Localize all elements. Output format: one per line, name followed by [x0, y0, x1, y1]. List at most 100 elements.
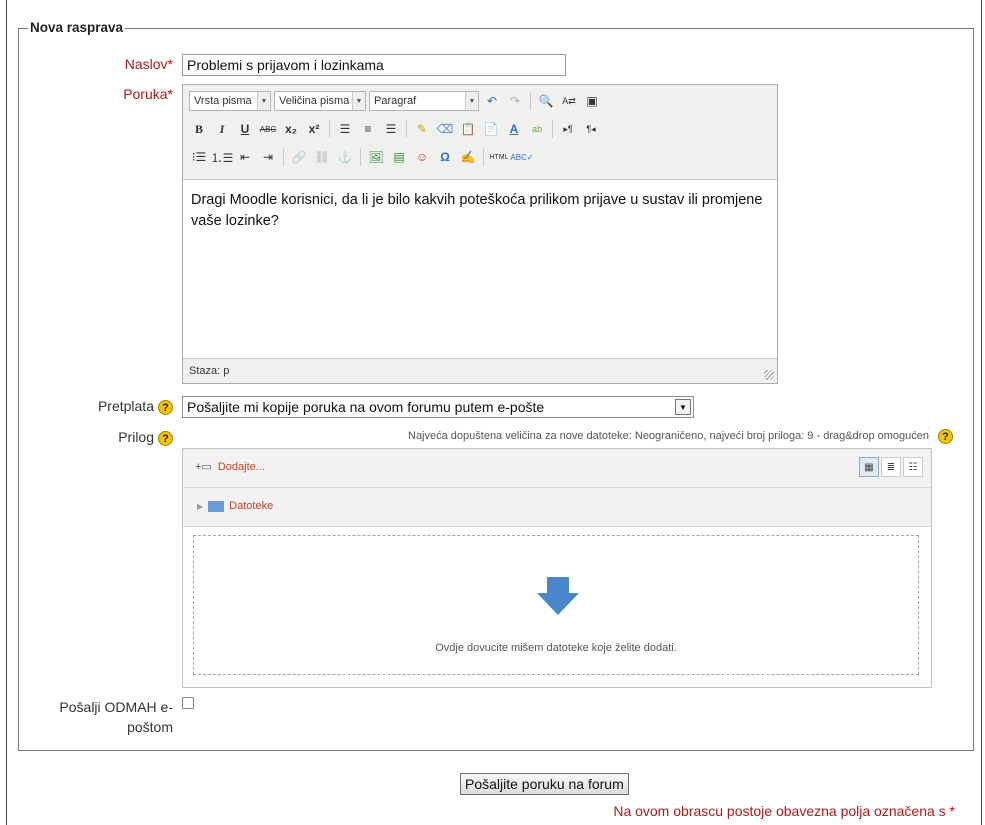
indent-icon[interactable]: ⇥ [258, 147, 278, 167]
add-file-label: Dodajte... [217, 460, 265, 473]
add-file-button[interactable]: +▭ Dodajte... [195, 460, 265, 474]
help-icon[interactable]: ? [938, 429, 953, 444]
html-source-icon[interactable]: HTML [489, 147, 509, 167]
help-icon[interactable]: ? [158, 399, 173, 415]
align-right-icon[interactable]: ☰ [381, 119, 401, 139]
text-color-icon[interactable]: A [504, 119, 524, 139]
drop-message: Ovdje dovucite mišem datoteke koje želit… [435, 642, 677, 654]
file-picker: +▭ Dodajte... ▦ ≣ ☷ ▶ Datoteke Ovdje dov… [182, 448, 932, 688]
message-editor: Vrsta pisma ▼ Veličina pisma ▼ Paragraf ▼ ↶… [182, 84, 778, 384]
ltr-icon[interactable]: ▸¶ [558, 119, 578, 139]
format-value: Paragraf [374, 95, 417, 107]
subject-label-text: Naslov [124, 56, 168, 72]
add-file-icon: +▭ [195, 461, 212, 473]
spellcheck-icon[interactable]: ABC✓ [510, 147, 533, 167]
numbered-list-icon[interactable]: ⒈☰ [211, 147, 234, 167]
eraser-icon[interactable]: ⌫ [435, 119, 455, 139]
folder-breadcrumb[interactable]: ▶ Datoteke [197, 500, 273, 512]
required-star: * [167, 56, 173, 72]
bold-icon[interactable]: B [189, 119, 209, 139]
subscription-value: Pošaljite mi kopije poruka na ovom forum… [187, 399, 545, 415]
subscription-label: Pretplata? [50, 398, 173, 415]
expand-arrow-icon: ▶ [197, 501, 204, 511]
paste-text-icon[interactable]: 📋 [458, 119, 478, 139]
file-picker-toolbar: +▭ Dodajte... ▦ ≣ ☷ [183, 449, 931, 488]
unlink-icon[interactable]: ⛓ [312, 147, 332, 167]
file-picker-path: ▶ Datoteke [183, 488, 931, 527]
max-size-note-text: Najveća dopuštena veličina za nove datot… [408, 430, 929, 442]
help-icon[interactable]: ? [158, 430, 173, 446]
file-drop-zone[interactable]: Ovdje dovucite mišem datoteke koje želit… [193, 535, 919, 675]
mail-now-label: Pošalji ODMAH e- poštom [10, 697, 173, 737]
image-icon[interactable]: 🖼 [366, 147, 386, 167]
font-size-select[interactable]: Veličina pisma ▼ [274, 91, 366, 111]
font-size-value: Veličina pisma [279, 95, 350, 107]
toolbar-row-3: ⁝☰ ⒈☰ ⇤ ⇥ 🔗 ⛓ ⚓ 🖼 ▤ ☺ Ω ✍ HTML ABC✓ [189, 145, 534, 169]
outdent-icon[interactable]: ⇤ [235, 147, 255, 167]
drop-arrow-icon [537, 577, 579, 615]
font-family-value: Vrsta pisma [194, 95, 252, 107]
chevron-down-icon: ▼ [675, 399, 691, 415]
icons-view-icon[interactable]: ▦ [859, 457, 879, 477]
undo-icon[interactable]: ↶ [482, 91, 502, 111]
subscription-select[interactable]: Pošaljite mi kopije poruka na ovom forum… [182, 396, 694, 418]
attachment-label: Prilog? [50, 429, 173, 446]
max-size-note: Najveća dopuštena veličina za nove datot… [408, 430, 929, 442]
toolbar-divider [329, 120, 330, 138]
media-icon[interactable]: ▤ [389, 147, 409, 167]
anchor-icon[interactable]: ⚓ [335, 147, 355, 167]
message-body-editor[interactable]: Dragi Moodle korisnici, da li je bilo ka… [183, 179, 777, 359]
toolbar-row-2: B I U ABC x₂ x² ☰ ≡ ☰ ✎ ⌫ 📋 📄 A ab ▸¶ ¶◂ [189, 117, 601, 141]
special-char-icon[interactable]: Ω [435, 147, 455, 167]
submit-post-button[interactable]: Pošaljite poruku na forum [460, 773, 629, 795]
redo-icon[interactable]: ↷ [505, 91, 525, 111]
highlight-color-icon[interactable]: ab [527, 119, 547, 139]
folder-label: Datoteke [229, 500, 274, 512]
subject-input[interactable] [182, 54, 566, 76]
find-icon[interactable]: 🔍 [536, 91, 556, 111]
underline-icon[interactable]: U [235, 119, 255, 139]
link-icon[interactable]: 🔗 [289, 147, 309, 167]
bullet-list-icon[interactable]: ⁝☰ [189, 147, 209, 167]
editor-path: Staza: p [189, 365, 230, 377]
resize-grip-icon[interactable] [764, 370, 774, 380]
paste-word-icon[interactable]: 📄 [481, 119, 501, 139]
chevron-down-icon: ▼ [465, 92, 478, 110]
toolbar-divider [552, 120, 553, 138]
strikethrough-icon[interactable]: ABC [258, 119, 278, 139]
fullscreen-icon[interactable]: ▣ [582, 91, 602, 111]
subscript-icon[interactable]: x₂ [281, 119, 301, 139]
subscription-label-text: Pretplata [97, 398, 154, 414]
rtl-icon[interactable]: ¶◂ [581, 119, 601, 139]
replace-icon[interactable]: A⇄ [559, 91, 579, 111]
mail-now-label-line2: poštom [127, 719, 173, 735]
chevron-down-icon: ▼ [352, 92, 365, 110]
tree-view-icon[interactable]: ☷ [903, 457, 923, 477]
align-center-icon[interactable]: ≡ [358, 119, 378, 139]
required-note-text: Na ovom obrascu postoje obavezna polja o… [613, 803, 946, 819]
required-star: * [949, 803, 955, 819]
message-label: Poruka* [80, 86, 173, 102]
mail-now-label-line1: Pošalji ODMAH e- [59, 699, 173, 715]
edit-table-icon[interactable]: ✍ [458, 147, 478, 167]
fieldset-legend: Nova rasprava [28, 20, 126, 35]
view-switcher: ▦ ≣ ☷ [859, 457, 923, 477]
italic-icon[interactable]: I [212, 119, 232, 139]
clean-up-icon[interactable]: ✎ [412, 119, 432, 139]
list-view-icon[interactable]: ≣ [881, 457, 901, 477]
emoticon-icon[interactable]: ☺ [412, 147, 432, 167]
superscript-icon[interactable]: x² [304, 119, 324, 139]
align-left-icon[interactable]: ☰ [335, 119, 355, 139]
toolbar-divider [530, 92, 531, 110]
message-label-text: Poruka [123, 86, 168, 102]
mail-now-checkbox[interactable] [182, 697, 194, 709]
attachment-label-text: Prilog [118, 429, 154, 445]
format-select[interactable]: Paragraf ▼ [369, 91, 479, 111]
toolbar-divider [360, 148, 361, 166]
chevron-down-icon: ▼ [257, 92, 270, 110]
toolbar-divider [483, 148, 484, 166]
toolbar-row-1: Vrsta pisma ▼ Veličina pisma ▼ Paragraf ▼ ↶… [189, 89, 602, 113]
font-family-select[interactable]: Vrsta pisma ▼ [189, 91, 271, 111]
toolbar-divider [283, 148, 284, 166]
required-star: * [167, 86, 173, 102]
